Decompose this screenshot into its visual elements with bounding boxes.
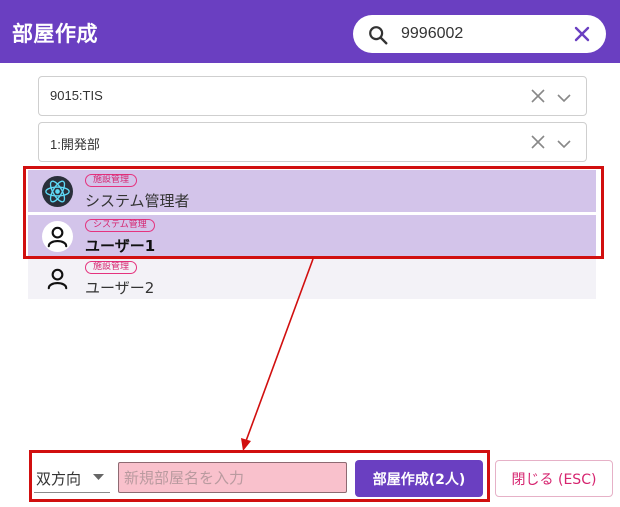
user-row-user2[interactable]: 施設管理 ユーザー2 bbox=[28, 257, 596, 299]
user-name: ユーザー2 bbox=[85, 279, 155, 297]
search-box[interactable] bbox=[353, 15, 606, 53]
chevron-down-icon[interactable] bbox=[556, 90, 572, 106]
department-select[interactable]: 1:開発部 bbox=[38, 122, 587, 162]
clear-icon[interactable] bbox=[530, 88, 546, 104]
close-button[interactable]: 閉じる (ESC) bbox=[495, 460, 613, 497]
create-room-button[interactable]: 部屋作成(2人) bbox=[355, 460, 483, 497]
role-badge: 施設管理 bbox=[85, 261, 138, 274]
page-title: 部屋作成 bbox=[12, 22, 98, 46]
clear-icon[interactable] bbox=[530, 134, 546, 150]
selection-highlight-box bbox=[23, 166, 604, 259]
direction-select-value: 双方向 bbox=[36, 470, 82, 488]
app-header: 部屋作成 bbox=[0, 0, 620, 63]
person-icon bbox=[42, 263, 73, 294]
search-input[interactable] bbox=[401, 22, 561, 46]
organization-select-value: 9015:TIS bbox=[50, 88, 103, 103]
search-icon bbox=[369, 26, 388, 45]
caret-down-icon bbox=[93, 474, 104, 480]
department-select-value: 1:開発部 bbox=[50, 137, 100, 152]
close-icon[interactable] bbox=[572, 24, 592, 44]
chevron-down-icon[interactable] bbox=[556, 136, 572, 152]
direction-select[interactable]: 双方向 bbox=[34, 461, 110, 493]
organization-select[interactable]: 9015:TIS bbox=[38, 76, 587, 116]
room-name-input[interactable] bbox=[118, 462, 347, 493]
